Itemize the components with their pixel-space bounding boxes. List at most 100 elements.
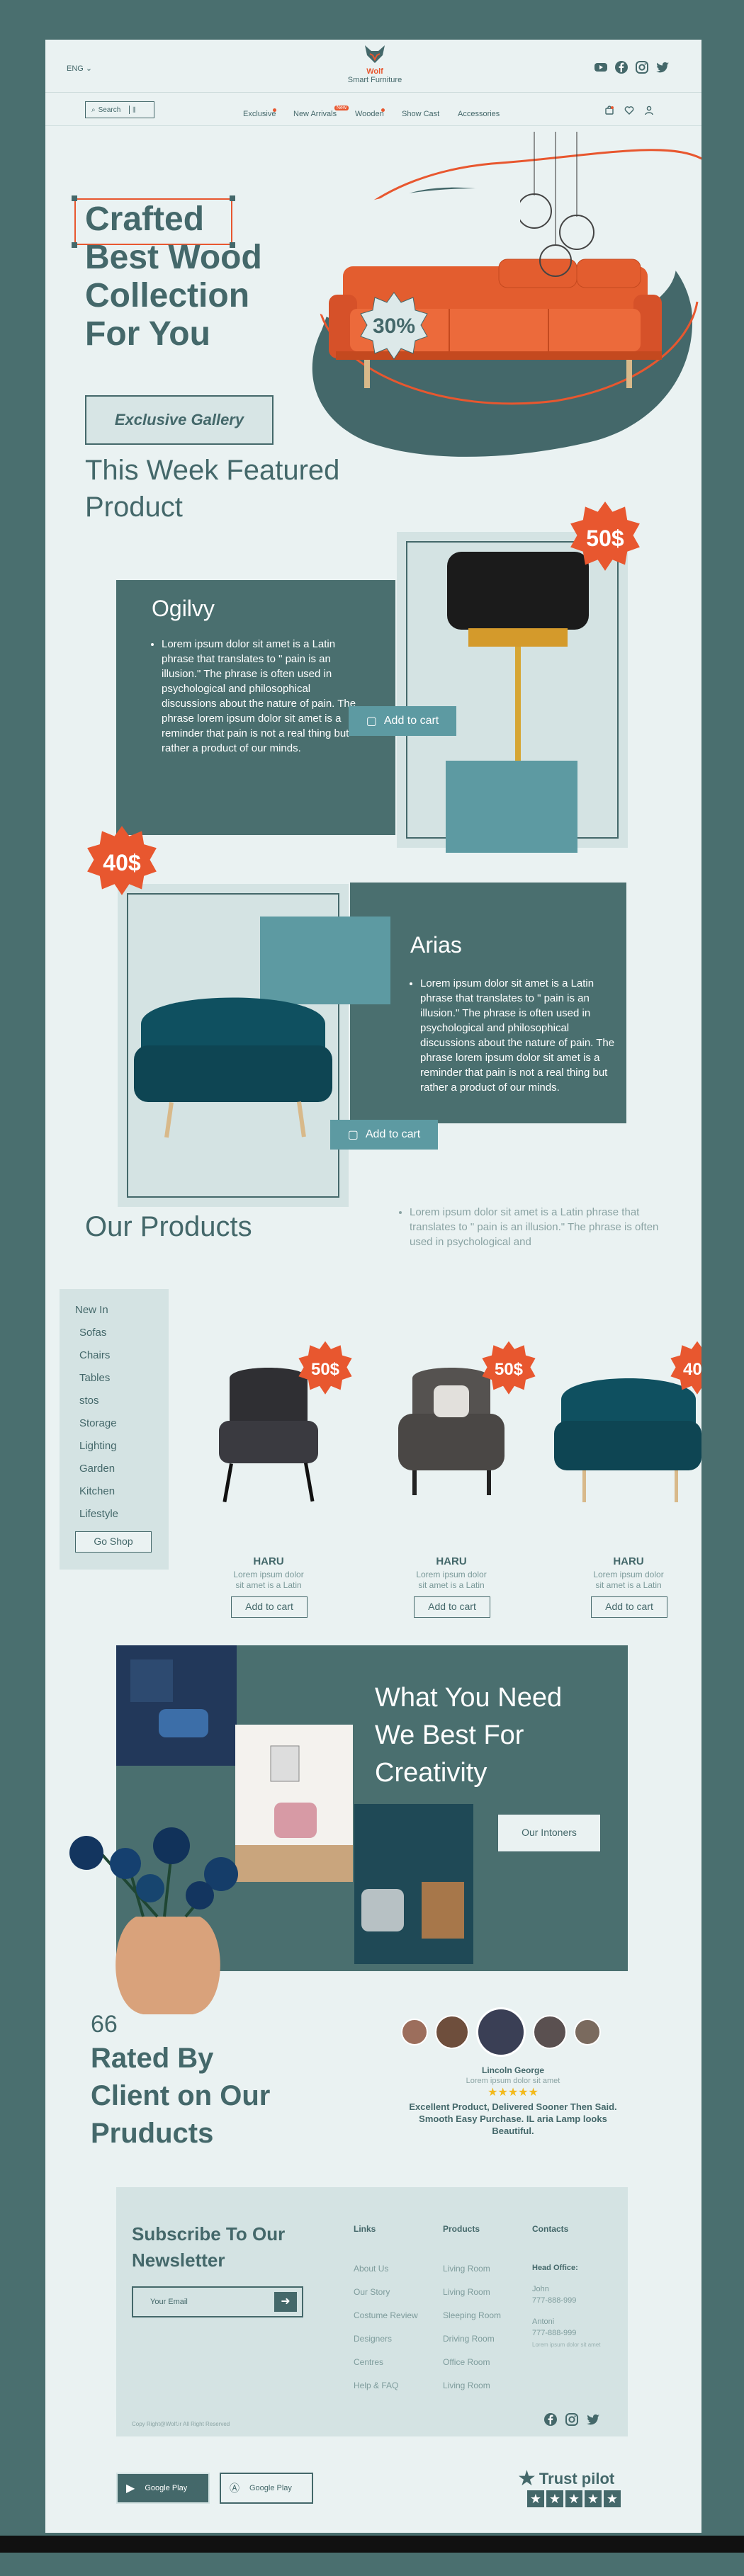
brand-name: Wolf bbox=[366, 67, 383, 76]
facebook-icon[interactable] bbox=[543, 2412, 558, 2427]
logo[interactable]: Wolf Smart Furniture bbox=[343, 44, 407, 84]
contact1-name: John bbox=[532, 2285, 549, 2293]
cart-icon: ▢ bbox=[347, 1129, 359, 1141]
our-intoners-button[interactable]: Our Intoners bbox=[497, 1814, 601, 1852]
link-centres[interactable]: Centres bbox=[354, 2357, 418, 2381]
avatar[interactable] bbox=[435, 2015, 469, 2049]
google-play-button[interactable]: ▶ Google Play bbox=[116, 2473, 210, 2504]
footer-contacts: Contacts Head Office: John 777-888-999 A… bbox=[532, 2224, 600, 2348]
link-our-story[interactable]: Our Story bbox=[354, 2287, 418, 2310]
category-kitchen[interactable]: Kitchen bbox=[75, 1480, 169, 1503]
product2-cta-label: Add to cart bbox=[365, 1128, 421, 1140]
cabinet-image bbox=[354, 1804, 473, 1964]
category-lifestyle[interactable]: Lifestyle bbox=[75, 1503, 169, 1526]
product1-add-to-cart[interactable]: ▢ Add to cart bbox=[349, 706, 456, 736]
nav-exclusive[interactable]: Exclusive bbox=[243, 110, 276, 118]
products-title: Our Products bbox=[85, 1211, 252, 1242]
selection-handle-tl bbox=[72, 195, 77, 201]
product2-name: Arias bbox=[410, 932, 462, 958]
contact2-phone: 777-888-999 bbox=[532, 2329, 577, 2337]
blue-chair-image bbox=[116, 1645, 237, 1766]
language-selector[interactable]: ENG ⌄ bbox=[67, 64, 92, 73]
subscribe-title-line-2: Newsletter bbox=[132, 2249, 225, 2271]
rating-title-line-3: Pruducts bbox=[91, 2118, 214, 2149]
google-play-button-outline[interactable]: Ⓐ Google Play bbox=[220, 2473, 313, 2504]
product-link-1[interactable]: Living Room bbox=[443, 2264, 501, 2287]
hero-title-line-3: Collection bbox=[85, 277, 250, 314]
product1-price: 50$ bbox=[586, 526, 624, 551]
rating-title-line-1: Rated By bbox=[91, 2043, 214, 2074]
nav-dot bbox=[273, 108, 276, 112]
go-shop-button[interactable]: Go Shop bbox=[75, 1531, 152, 1553]
avatar[interactable] bbox=[533, 2015, 567, 2049]
nav-wooden[interactable]: Wooden bbox=[355, 110, 384, 118]
category-new-in[interactable]: New In bbox=[75, 1299, 169, 1322]
twitter-icon[interactable] bbox=[586, 2412, 600, 2427]
twitter-icon[interactable] bbox=[655, 60, 670, 74]
rating-title: Rated By Client on Our Pruducts bbox=[91, 2040, 270, 2152]
nav-accessories[interactable]: Accessories bbox=[458, 110, 500, 118]
product-link-5[interactable]: Office Room bbox=[443, 2357, 501, 2381]
rating-count: 66 bbox=[91, 2011, 118, 2038]
product1-description: Lorem ipsum dolor sit amet is a Latin ph… bbox=[152, 637, 368, 756]
instagram-icon[interactable] bbox=[565, 2412, 579, 2427]
footer-links: Links About Us Our Story Costume Review … bbox=[354, 2224, 418, 2404]
product-link-2[interactable]: Living Room bbox=[443, 2287, 501, 2310]
nav-show-cast[interactable]: Show Cast bbox=[402, 110, 439, 118]
category-chairs[interactable]: Chairs bbox=[75, 1344, 169, 1367]
star-icon: ★ bbox=[546, 2490, 563, 2507]
nav-dot-2 bbox=[381, 108, 385, 112]
filter-icon[interactable]: ⫼ bbox=[133, 106, 135, 114]
card3-add-to-cart[interactable]: Add to cart bbox=[591, 1596, 667, 1618]
reviewer-avatars bbox=[401, 2007, 601, 2057]
avatar-active[interactable] bbox=[476, 2007, 526, 2057]
card2-add-to-cart[interactable]: Add to cart bbox=[414, 1596, 490, 1618]
product-link-6[interactable]: Living Room bbox=[443, 2381, 501, 2404]
search-box[interactable]: ⌕ Search ⫼ bbox=[85, 101, 154, 118]
card1-title: HARU bbox=[253, 1555, 284, 1567]
heart-icon[interactable] bbox=[624, 106, 634, 115]
product2-price: 40$ bbox=[103, 850, 141, 875]
hero-title-line-1: Crafted bbox=[85, 200, 205, 238]
avatar[interactable] bbox=[401, 2019, 428, 2046]
trustpilot-logo[interactable]: ★ Trust pilot ★ ★ ★ ★ ★ bbox=[517, 2468, 638, 2507]
card1-add-to-cart[interactable]: Add to cart bbox=[231, 1596, 308, 1618]
category-sofas[interactable]: Sofas bbox=[75, 1322, 169, 1344]
product2-add-to-cart[interactable]: ▢ Add to cart bbox=[330, 1120, 438, 1150]
card3-price: 40$ bbox=[682, 1360, 701, 1379]
card3-subtitle: Lorem ipsum dolor sit amet is a Latin bbox=[593, 1570, 664, 1590]
facebook-icon[interactable] bbox=[614, 60, 629, 74]
head-office-label: Head Office: bbox=[532, 2264, 578, 2272]
category-storage[interactable]: Storage bbox=[75, 1412, 169, 1435]
category-stos[interactable]: stos bbox=[75, 1390, 169, 1412]
nav-new-arrivals[interactable]: New Arrivals bbox=[293, 110, 337, 118]
user-icon[interactable] bbox=[644, 106, 654, 115]
review-stars: ★★★★★ bbox=[487, 2087, 539, 2099]
cart-icon[interactable] bbox=[604, 106, 614, 115]
discount-badge-text: 30% bbox=[372, 314, 416, 338]
contacts-title: Contacts bbox=[532, 2224, 569, 2234]
avatar[interactable] bbox=[574, 2019, 601, 2046]
instagram-icon[interactable] bbox=[635, 60, 649, 74]
category-garden[interactable]: Garden bbox=[75, 1458, 169, 1480]
search-icon: ⌕ bbox=[91, 106, 96, 114]
hero-title-line-4: For You bbox=[85, 315, 210, 353]
link-about-us[interactable]: About Us bbox=[354, 2264, 418, 2287]
trustpilot-label: Trust pilot bbox=[539, 2470, 615, 2487]
category-lighting[interactable]: Lighting bbox=[75, 1435, 169, 1458]
link-costume-review[interactable]: Costume Review bbox=[354, 2310, 418, 2334]
app-store-icon: Ⓐ bbox=[230, 2483, 239, 2494]
card3-title: HARU bbox=[613, 1555, 644, 1567]
hero-section: 30% Crafted Best Wood Collection For You… bbox=[45, 132, 701, 486]
product-link-4[interactable]: Driving Room bbox=[443, 2334, 501, 2357]
category-tables[interactable]: Tables bbox=[75, 1367, 169, 1390]
link-designers[interactable]: Designers bbox=[354, 2334, 418, 2357]
review-quote: Excellent Product, Delivered Sooner Then… bbox=[409, 2101, 617, 2136]
star-icon: ★ bbox=[565, 2490, 582, 2507]
product-link-3[interactable]: Sleeping Room bbox=[443, 2310, 501, 2334]
link-help-faq[interactable]: Help & FAQ bbox=[354, 2381, 418, 2404]
subscribe-submit-button[interactable]: ➜ bbox=[274, 2292, 297, 2312]
reviewer-subtitle: Lorem ipsum dolor sit amet bbox=[466, 2077, 560, 2085]
exclusive-gallery-button[interactable]: Exclusive Gallery bbox=[85, 395, 274, 445]
youtube-icon[interactable] bbox=[594, 60, 608, 74]
